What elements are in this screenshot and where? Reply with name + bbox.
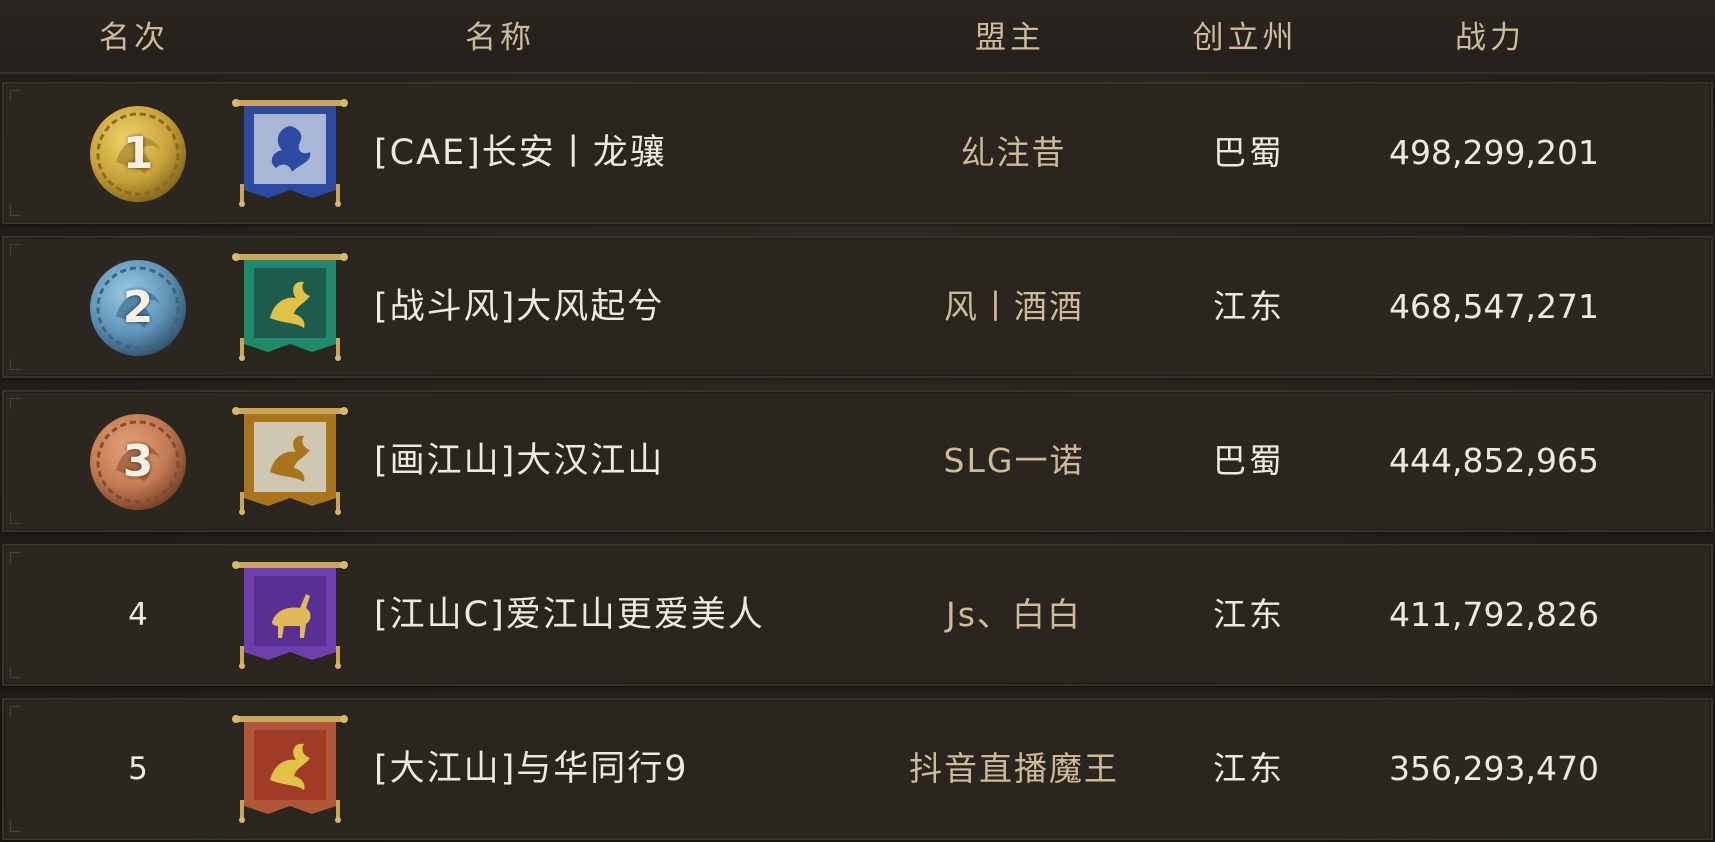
alliance-leader: SLG一诺 bbox=[943, 441, 1085, 480]
alliance-power: 411,792,826 bbox=[1389, 595, 1599, 634]
alliance-name: [大江山]与华同行9 bbox=[374, 749, 689, 789]
alliance-name: [CAE]长安丨龙骧 bbox=[374, 133, 667, 173]
phoenix-banner-icon bbox=[230, 98, 350, 210]
rank-number: 4 bbox=[128, 597, 148, 633]
dragon-banner-icon bbox=[230, 252, 350, 364]
alliance-leader: Js、白白 bbox=[946, 595, 1082, 634]
ranking-row[interactable]: 3 [画江山]大汉江山 SLG一诺 巴蜀 444,852,965 bbox=[2, 390, 1713, 532]
alliance-power: 498,299,201 bbox=[1389, 133, 1599, 172]
bronze-medal-icon: 3 bbox=[88, 412, 188, 512]
alliance-ranking-board: 名次 名称 盟主 创立州 战力 1 [CAE]长安丨龙骧 乣注昔 巴蜀 498,… bbox=[0, 0, 1715, 842]
alliance-power: 468,547,271 bbox=[1389, 287, 1599, 326]
alliance-name: [江山C]爱江山更爱美人 bbox=[374, 595, 765, 635]
header-state: 创立州 bbox=[1192, 20, 1298, 56]
rank-number: 1 bbox=[122, 128, 154, 179]
founding-state: 江东 bbox=[1213, 287, 1285, 326]
alliance-power: 356,293,470 bbox=[1389, 749, 1599, 788]
header-name: 名称 bbox=[465, 20, 535, 56]
rank-number: 3 bbox=[122, 436, 154, 487]
ranking-row[interactable]: 4 [江山C]爱江山更爱美人 Js、白白 江东 411,792,826 bbox=[2, 544, 1713, 686]
rank-number: 2 bbox=[122, 282, 154, 333]
founding-state: 江东 bbox=[1213, 595, 1285, 634]
dragon-banner-icon bbox=[230, 406, 350, 518]
header-leader: 盟主 bbox=[975, 20, 1045, 56]
deer-banner-icon bbox=[230, 560, 350, 672]
alliance-name: [战斗风]大风起兮 bbox=[374, 287, 665, 327]
alliance-leader: 乣注昔 bbox=[961, 133, 1067, 172]
silver-medal-icon: 2 bbox=[88, 258, 188, 358]
founding-state: 巴蜀 bbox=[1213, 133, 1285, 172]
alliance-power: 444,852,965 bbox=[1389, 441, 1599, 480]
ranking-row[interactable]: 5 [大江山]与华同行9 抖音直播魔王 江东 356,293,470 bbox=[2, 698, 1713, 840]
ranking-row[interactable]: 2 [战斗风]大风起兮 风丨酒酒 江东 468,547,271 bbox=[2, 236, 1713, 378]
alliance-name: [画江山]大汉江山 bbox=[374, 441, 665, 481]
lion-banner-icon bbox=[230, 714, 350, 826]
alliance-leader: 风丨酒酒 bbox=[944, 287, 1084, 326]
gold-medal-icon: 1 bbox=[88, 104, 188, 204]
rank-number: 5 bbox=[128, 751, 148, 787]
alliance-leader: 抖音直播魔王 bbox=[909, 749, 1119, 788]
founding-state: 江东 bbox=[1213, 749, 1285, 788]
founding-state: 巴蜀 bbox=[1213, 441, 1285, 480]
header-rank: 名次 bbox=[99, 20, 169, 56]
header-power: 战力 bbox=[1455, 20, 1525, 56]
ranking-row[interactable]: 1 [CAE]长安丨龙骧 乣注昔 巴蜀 498,299,201 bbox=[2, 82, 1713, 224]
ranking-header: 名次 名称 盟主 创立州 战力 bbox=[0, 0, 1715, 74]
